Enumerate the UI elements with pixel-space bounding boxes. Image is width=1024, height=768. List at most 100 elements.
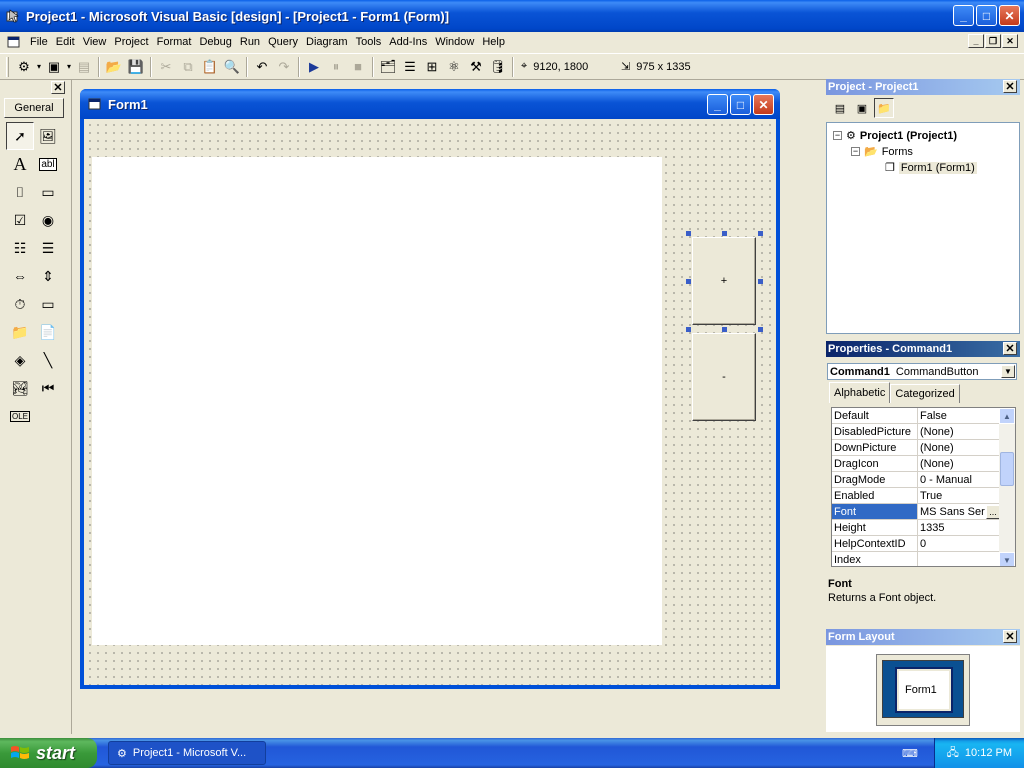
minimize-button[interactable]: _ <box>953 5 974 26</box>
form-maximize-button[interactable]: □ <box>730 94 751 115</box>
project-panel-title[interactable]: Project - Project1 ✕ <box>826 79 1020 95</box>
cut-icon[interactable]: ✂ <box>155 56 177 78</box>
picture-box[interactable] <box>92 157 662 645</box>
close-button[interactable]: ✕ <box>999 5 1020 26</box>
pointer-tool-icon[interactable]: ➚ <box>6 122 34 150</box>
property-row[interactable]: Index <box>832 552 1000 566</box>
resize-handle[interactable] <box>686 327 691 332</box>
menu-tools[interactable]: Tools <box>352 36 386 48</box>
command-button-plus[interactable]: + <box>692 237 756 325</box>
tree-item-form1[interactable]: ❐ Form1 (Form1) <box>885 161 977 174</box>
checkbox-tool-icon[interactable]: ☑ <box>6 206 34 234</box>
toggle-folders-icon[interactable]: 📁 <box>874 98 894 118</box>
property-row[interactable]: Default False <box>832 408 1000 424</box>
tree-item-project[interactable]: − ⚙ Project1 (Project1) <box>833 129 957 142</box>
find-icon[interactable]: 🔍 <box>221 56 243 78</box>
form-design-surface[interactable]: + - <box>84 119 776 685</box>
tab-categorized[interactable]: Categorized <box>890 384 960 403</box>
menu-query[interactable]: Query <box>264 36 302 48</box>
menu-view[interactable]: View <box>79 36 111 48</box>
optionbutton-tool-icon[interactable]: ◉ <box>34 206 62 234</box>
drivelistbox-tool-icon[interactable]: ▭ <box>34 290 62 318</box>
property-scrollbar[interactable]: ▲ ▼ <box>999 408 1015 566</box>
timer-tool-icon[interactable]: ⏱ <box>6 290 34 318</box>
property-row[interactable]: Enabled True <box>832 488 1000 504</box>
view-object-icon[interactable]: ▣ <box>852 98 872 118</box>
chevron-down-icon[interactable]: ▼ <box>1001 365 1015 378</box>
shape-tool-icon[interactable]: ◈ <box>6 346 34 374</box>
layout-form-preview[interactable]: Form1 <box>895 667 953 713</box>
stop-icon[interactable]: ■ <box>347 56 369 78</box>
menu-debug[interactable]: Debug <box>195 36 235 48</box>
copy-icon[interactable]: ⧉ <box>177 56 199 78</box>
resize-handle[interactable] <box>722 231 727 236</box>
hscrollbar-tool-icon[interactable]: ⇔ <box>6 262 34 290</box>
menu-format[interactable]: Format <box>153 36 196 48</box>
main-title-bar[interactable]: Project1 - Microsoft Visual Basic [desig… <box>0 0 1024 32</box>
object-browser-icon[interactable]: ⚛ <box>443 56 465 78</box>
menu-diagram[interactable]: Diagram <box>302 36 352 48</box>
image-tool-icon[interactable]: 🏞 <box>6 374 34 402</box>
mdi-restore-button[interactable]: ❐ <box>985 34 1001 48</box>
project-panel-close-button[interactable]: ✕ <box>1003 80 1017 93</box>
property-row[interactable]: Height 1335 <box>832 520 1000 536</box>
add-project-icon[interactable]: ⚙ <box>13 56 35 78</box>
menu-file[interactable]: File <box>26 36 52 48</box>
dirlistbox-tool-icon[interactable]: 📁 <box>6 318 34 346</box>
menu-project[interactable]: Project <box>110 36 152 48</box>
form-layout-icon[interactable]: ⊞ <box>421 56 443 78</box>
mdi-close-button[interactable]: ✕ <box>1002 34 1018 48</box>
view-code-icon[interactable]: ▤ <box>830 98 850 118</box>
collapse-icon[interactable]: − <box>851 147 860 156</box>
form-title-bar[interactable]: Form1 _ □ ✕ <box>80 89 780 119</box>
data-tool-icon[interactable]: ⏮ <box>34 374 62 402</box>
clock[interactable]: 10:12 PM <box>965 747 1012 759</box>
start-button[interactable]: start <box>0 738 97 768</box>
data-view-icon[interactable]: 🛢 <box>487 56 509 78</box>
ellipsis-button[interactable]: ... <box>986 504 1000 519</box>
form-close-button[interactable]: ✕ <box>753 94 774 115</box>
picturebox-tool-icon[interactable]: 🖼 <box>34 122 62 150</box>
resize-handle[interactable] <box>758 327 763 332</box>
property-row-selected[interactable]: Font MS Sans Ser ... <box>832 504 1000 520</box>
scroll-thumb[interactable] <box>1000 452 1014 486</box>
resize-handle[interactable] <box>758 231 763 236</box>
menu-editor-icon[interactable]: ▤ <box>73 56 95 78</box>
dropdown-arrow-icon[interactable]: ▾ <box>65 56 73 78</box>
undo-icon[interactable]: ↶ <box>251 56 273 78</box>
vscrollbar-tool-icon[interactable]: ⇕ <box>34 262 62 290</box>
object-selector[interactable]: Command1 CommandButton ▼ <box>827 363 1017 380</box>
resize-handle[interactable] <box>722 327 727 332</box>
properties-panel-close-button[interactable]: ✕ <box>1003 342 1017 355</box>
mdi-form-icon[interactable] <box>6 34 22 50</box>
resize-handle[interactable] <box>758 279 763 284</box>
toolbox-close-button[interactable]: ✕ <box>51 81 65 94</box>
menu-window[interactable]: Window <box>431 36 478 48</box>
project-explorer-icon[interactable]: 🗂 <box>377 56 399 78</box>
menu-edit[interactable]: Edit <box>52 36 79 48</box>
combobox-tool-icon[interactable]: ☷ <box>6 234 34 262</box>
commandbutton-tool-icon[interactable]: ▭ <box>34 178 62 206</box>
toolbar-grip[interactable] <box>6 56 9 77</box>
network-icon[interactable]: 🖧 <box>947 744 959 763</box>
property-row[interactable]: HelpContextID 0 <box>832 536 1000 552</box>
textbox-tool-icon[interactable]: abl <box>34 150 62 178</box>
label-tool-icon[interactable]: A <box>6 150 34 178</box>
break-icon[interactable]: ⏸ <box>325 56 347 78</box>
paste-icon[interactable]: 📋 <box>199 56 221 78</box>
add-form-icon[interactable]: ▣ <box>43 56 65 78</box>
filelistbox-tool-icon[interactable]: 📄 <box>34 318 62 346</box>
mdi-minimize-button[interactable]: _ <box>968 34 984 48</box>
form-minimize-button[interactable]: _ <box>707 94 728 115</box>
listbox-tool-icon[interactable]: ☰ <box>34 234 62 262</box>
scroll-down-icon[interactable]: ▼ <box>999 552 1015 566</box>
tab-alphabetic[interactable]: Alphabetic <box>829 382 891 403</box>
tree-item-forms[interactable]: − 📂 Forms <box>851 145 913 158</box>
properties-panel-title[interactable]: Properties - Command1 ✕ <box>826 341 1020 357</box>
ole-tool-icon[interactable]: OLE <box>6 402 34 430</box>
toolbox-icon[interactable]: ⚒ <box>465 56 487 78</box>
properties-window-icon[interactable]: ☰ <box>399 56 421 78</box>
menu-add-ins[interactable]: Add-Ins <box>385 36 431 48</box>
redo-icon[interactable]: ↷ <box>273 56 295 78</box>
menu-run[interactable]: Run <box>236 36 264 48</box>
